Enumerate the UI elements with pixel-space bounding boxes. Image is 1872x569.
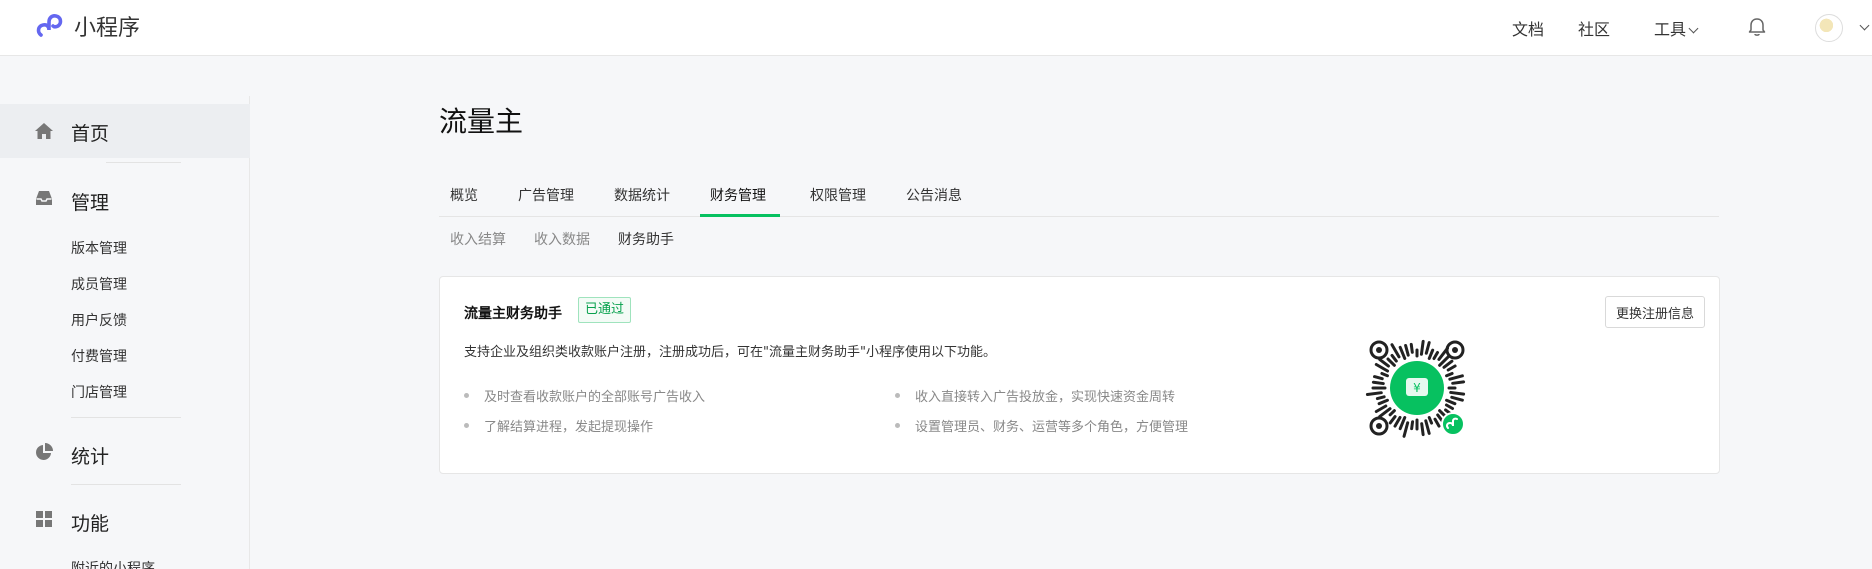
tab-announcements[interactable]: 公告消息 [906, 185, 962, 205]
home-icon [35, 123, 53, 139]
top-nav: 文档 社区 工具 [0, 0, 1872, 56]
feature-item: 收入直接转入广告投放金，实现快速资金周转 [895, 386, 1175, 405]
inbox-icon [36, 191, 52, 205]
feature-item: 设置管理员、财务、运营等多个角色，方便管理 [895, 416, 1188, 435]
pie-chart-icon [36, 443, 53, 460]
tab-statistics[interactable]: 数据统计 [614, 185, 670, 205]
sidebar-item-features[interactable]: 功能 [71, 509, 109, 536]
feature-item: 了解结算进程，发起提现操作 [464, 416, 653, 435]
subtab-finance-assistant[interactable]: 财务助手 [618, 229, 674, 249]
divider [71, 417, 181, 418]
sidebar: 首页 管理 版本管理 成员管理 用户反馈 付费管理 门店管理 统计 功能 附近的… [0, 96, 250, 569]
sidebar-item-stores[interactable]: 门店管理 [71, 382, 127, 402]
tab-finance[interactable]: 财务管理 [710, 185, 766, 205]
sidebar-item-version[interactable]: 版本管理 [71, 238, 127, 258]
grid-icon [36, 511, 52, 527]
chevron-down-icon [1688, 23, 1699, 34]
bell-icon[interactable] [1746, 16, 1768, 38]
nav-tools-label: 工具 [1654, 20, 1687, 39]
sidebar-item-manage[interactable]: 管理 [71, 188, 109, 215]
finance-assistant-card: 流量主财务助手 已通过 支持企业及组织类收款账户注册，注册成功后，可在"流量主财… [439, 276, 1720, 474]
avatar[interactable] [1815, 14, 1843, 42]
chevron-down-icon[interactable] [1859, 20, 1870, 31]
qr-currency-symbol: ¥ [1413, 381, 1421, 395]
tab-permissions[interactable]: 权限管理 [810, 185, 866, 205]
page-title: 流量主 [439, 105, 524, 138]
sidebar-item-feedback[interactable]: 用户反馈 [71, 310, 127, 330]
sidebar-item-payment[interactable]: 付费管理 [71, 346, 127, 366]
nav-community[interactable]: 社区 [1578, 16, 1610, 40]
sidebar-item-members[interactable]: 成员管理 [71, 274, 127, 294]
sidebar-item-nearby[interactable]: 附近的小程序 [71, 558, 155, 569]
sidebar-item-stats[interactable]: 统计 [71, 442, 109, 469]
active-tab-indicator [700, 214, 780, 217]
status-badge: 已通过 [578, 297, 632, 323]
sidebar-item-home-label: 首页 [71, 123, 110, 145]
divider [106, 162, 181, 163]
feature-item: 及时查看收款账户的全部账号广告收入 [464, 386, 705, 405]
sidebar-item-home[interactable]: 首页 [0, 104, 250, 158]
subtab-income-data[interactable]: 收入数据 [534, 229, 590, 249]
top-bar: 小程序 文档 社区 工具 [0, 0, 1872, 56]
card-description: 支持企业及组织类收款账户注册，注册成功后，可在"流量主财务助手"小程序使用以下功… [464, 345, 996, 360]
nav-tools[interactable]: 工具 [1654, 16, 1699, 40]
change-registration-button[interactable]: 更换注册信息 [1604, 296, 1705, 328]
tab-overview[interactable]: 概览 [450, 185, 478, 205]
divider [71, 484, 181, 485]
subtab-settlement[interactable]: 收入结算 [450, 229, 506, 249]
tab-ads[interactable]: 广告管理 [518, 185, 574, 205]
mini-program-code-icon: ¥ [1365, 339, 1466, 438]
card-title: 流量主财务助手 [464, 306, 562, 322]
tab-bar: 概览 广告管理 数据统计 财务管理 权限管理 公告消息 [439, 180, 1719, 217]
nav-docs[interactable]: 文档 [1512, 16, 1544, 40]
